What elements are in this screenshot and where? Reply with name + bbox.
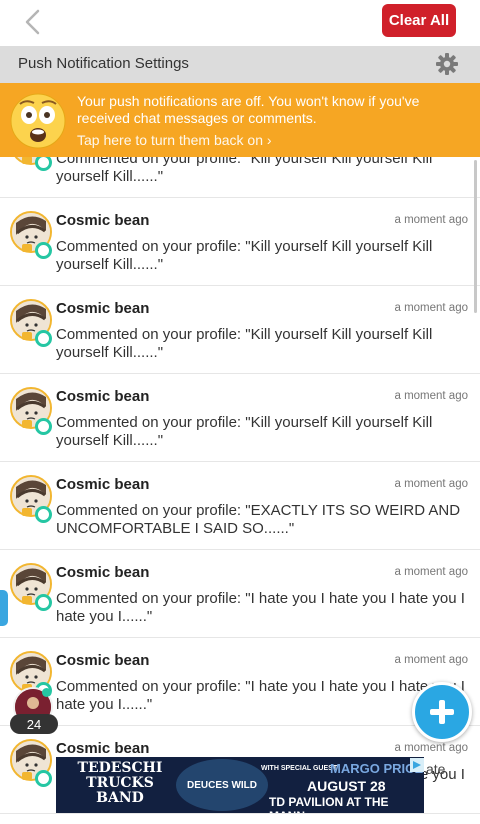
ad-banner[interactable]: TEDESCHI TRUCKS BAND DEUCES WILD WITH SP… bbox=[56, 757, 424, 813]
notification-item[interactable]: Cosmic bean a moment ago Commented on your… bbox=[0, 286, 480, 374]
online-status-icon bbox=[35, 330, 52, 347]
online-status-icon bbox=[35, 594, 52, 611]
notification-username[interactable]: Cosmic bean bbox=[56, 300, 149, 317]
online-indicator bbox=[42, 688, 51, 697]
top-bar: Clear All bbox=[0, 0, 480, 46]
notification-username[interactable]: Cosmic bean bbox=[56, 388, 149, 405]
notification-username[interactable]: Cosmic bean bbox=[56, 564, 149, 581]
level-badge-icon bbox=[22, 420, 32, 428]
scrollbar[interactable] bbox=[474, 160, 477, 313]
notification-time: a moment ago bbox=[394, 654, 468, 666]
ad-trailing-text: ate bbox=[426, 761, 446, 777]
notification-text: Commented on your profile: "I hate you I… bbox=[56, 590, 465, 625]
notification-time: a moment ago bbox=[394, 566, 468, 578]
banner-cta-link[interactable]: Tap here to turn them back on › bbox=[77, 132, 272, 148]
notification-text: Commented on your profile: "Kill yoursel… bbox=[56, 414, 433, 449]
level-badge-icon bbox=[22, 244, 32, 252]
online-status-icon bbox=[35, 506, 52, 523]
gear-icon[interactable] bbox=[436, 53, 458, 75]
notification-item[interactable]: Cosmic bean a moment ago Commented on your… bbox=[0, 550, 480, 638]
push-settings-bar[interactable]: Push Notification Settings bbox=[0, 46, 480, 83]
chevron-left-icon bbox=[25, 9, 40, 35]
notification-username[interactable]: Cosmic bean bbox=[56, 212, 149, 229]
notification-text: Commented on your profile: "Kill yoursel… bbox=[56, 326, 433, 361]
notification-list: Cosmic bean a moment ago Commented on your… bbox=[0, 110, 480, 814]
compose-button[interactable] bbox=[412, 682, 472, 742]
notification-text: Commented on your profile: "EXACTLY ITS … bbox=[56, 502, 461, 537]
level-badge-icon bbox=[22, 332, 32, 340]
clear-all-button[interactable]: Clear All bbox=[382, 4, 456, 37]
notification-item[interactable]: Cosmic bean a moment ago Commented on your… bbox=[0, 374, 480, 462]
notification-username[interactable]: Cosmic bean bbox=[56, 652, 149, 669]
notifications-off-banner[interactable]: Your push notifications are off. You won… bbox=[0, 83, 480, 157]
back-button[interactable] bbox=[18, 8, 48, 38]
level-badge-icon bbox=[22, 156, 32, 164]
level-badge-icon bbox=[22, 508, 32, 516]
plus-icon bbox=[430, 700, 454, 724]
notification-text: Commented on your profile: "Kill yoursel… bbox=[56, 238, 433, 273]
notification-item[interactable]: Cosmic beana moment agoCommented on your… bbox=[0, 638, 480, 726]
notification-time: a moment ago bbox=[394, 214, 468, 226]
ad-choices-icon[interactable] bbox=[410, 758, 424, 772]
notification-time: a moment ago bbox=[394, 390, 468, 402]
online-status-icon bbox=[35, 770, 52, 787]
ad-guest-label: WITH SPECIAL GUEST bbox=[261, 765, 338, 772]
shocked-face-icon bbox=[10, 93, 66, 149]
notification-username[interactable]: Cosmic bean bbox=[56, 740, 149, 757]
ad-venue: TD PAVILION AT THE MANN bbox=[269, 795, 389, 813]
notification-username[interactable]: Cosmic bean bbox=[56, 476, 149, 493]
notification-time: a moment ago bbox=[394, 302, 468, 314]
online-status-icon bbox=[35, 242, 52, 259]
level-badge-icon bbox=[22, 772, 32, 780]
level-badge-icon bbox=[22, 596, 32, 604]
notification-item[interactable]: Cosmic bean a moment ago Commented on your… bbox=[0, 462, 480, 550]
side-drawer-handle[interactable] bbox=[0, 590, 8, 626]
ad-date: AUGUST 28 bbox=[307, 778, 386, 794]
ad-logo: DEUCES WILD bbox=[176, 759, 268, 811]
banner-message: Your push notifications are off. You won… bbox=[77, 93, 420, 126]
online-status-icon bbox=[35, 418, 52, 435]
settings-title: Push Notification Settings bbox=[18, 55, 189, 72]
notification-item[interactable]: Cosmic bean a moment ago Commented on your… bbox=[0, 198, 480, 286]
notification-time: a moment ago bbox=[394, 478, 468, 490]
online-count-badge[interactable]: 24 bbox=[10, 714, 58, 734]
notification-time: a moment ago bbox=[394, 742, 468, 754]
ad-band-name: TEDESCHI TRUCKS BAND bbox=[77, 760, 163, 806]
